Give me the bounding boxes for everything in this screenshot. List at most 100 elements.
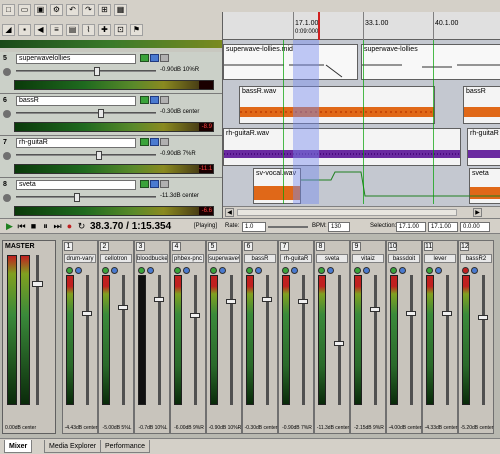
- scroll-thumb[interactable]: [237, 209, 457, 216]
- fx-button[interactable]: [140, 54, 149, 62]
- channel-fader[interactable]: [118, 305, 128, 310]
- track-volume-slider[interactable]: [16, 151, 156, 160]
- track-volume-slider[interactable]: [16, 67, 156, 76]
- channel-fader[interactable]: [298, 299, 308, 304]
- channel-fader[interactable]: [478, 315, 488, 320]
- save-icon[interactable]: ▣: [34, 4, 47, 16]
- track-header[interactable]: 8 sveta -11.3dB center -6.6: [0, 178, 222, 220]
- fx-led[interactable]: [138, 267, 145, 274]
- playhead-marker[interactable]: [318, 12, 320, 40]
- channel-name[interactable]: bassdoit: [388, 254, 420, 263]
- channel-name[interactable]: bloodbucket: [136, 254, 168, 263]
- loop-icon[interactable]: ↻: [76, 221, 87, 232]
- audio-clip[interactable]: rh-guitaR.wav: [223, 128, 461, 166]
- io-led[interactable]: [75, 267, 82, 274]
- env-button[interactable]: [160, 96, 169, 104]
- channel-name[interactable]: bassR: [244, 254, 276, 263]
- track-header[interactable]: 6 bassR -0.30dB center -8.9: [0, 94, 222, 136]
- record-mode-icon[interactable]: ▪: [18, 24, 31, 36]
- channel-name[interactable]: phbex-pnc: [172, 254, 204, 263]
- snap-icon[interactable]: ⊞: [98, 4, 111, 16]
- volume-envelope[interactable]: [301, 170, 500, 200]
- midi-clip[interactable]: superwave-lollies: [361, 44, 500, 80]
- selection-end-field[interactable]: 17.1.00: [428, 222, 458, 232]
- rate-field[interactable]: 1.0: [242, 222, 266, 232]
- mute-icon[interactable]: ◀: [34, 24, 47, 36]
- envelope-icon[interactable]: ⌇: [82, 24, 95, 36]
- io-button[interactable]: [150, 96, 159, 104]
- new-project-icon[interactable]: □: [2, 4, 15, 16]
- channel-name[interactable]: lever: [424, 254, 456, 263]
- fx-led[interactable]: [102, 267, 109, 274]
- fx-led[interactable]: [354, 267, 361, 274]
- go-start-icon[interactable]: ⏮: [16, 221, 27, 232]
- record-arm-icon[interactable]: [3, 194, 11, 202]
- stop-icon[interactable]: ■: [28, 221, 39, 232]
- go-end-icon[interactable]: ⏭: [52, 221, 63, 232]
- master-fader[interactable]: [32, 281, 43, 287]
- io-led[interactable]: [147, 267, 154, 274]
- rate-slider[interactable]: [268, 226, 308, 228]
- track-volume-slider[interactable]: [16, 193, 156, 202]
- record-arm-icon[interactable]: [3, 110, 11, 118]
- track-volume-slider[interactable]: [16, 109, 156, 118]
- bpm-field[interactable]: 130: [328, 222, 350, 232]
- selection-length-field[interactable]: 0.0.00: [460, 222, 490, 232]
- fx-led[interactable]: [66, 267, 73, 274]
- ripple-icon[interactable]: ≡: [50, 24, 63, 36]
- tab-mixer[interactable]: Mixer: [4, 440, 33, 453]
- pause-icon[interactable]: ⏸: [40, 221, 51, 232]
- fx-led[interactable]: [246, 267, 253, 274]
- timeline-ruler[interactable]: 17.1.00 0:09:000 33.1.00 40.1.00: [223, 12, 500, 40]
- io-led[interactable]: [471, 267, 478, 274]
- fx-led[interactable]: [426, 267, 433, 274]
- io-led[interactable]: [219, 267, 226, 274]
- undo-icon[interactable]: ↶: [66, 4, 79, 16]
- grid-icon[interactable]: ▦: [114, 4, 127, 16]
- record-arm-icon[interactable]: [3, 68, 11, 76]
- record-led[interactable]: [462, 267, 469, 274]
- scroll-right-icon[interactable]: ▶: [473, 208, 482, 217]
- env-button[interactable]: [160, 180, 169, 188]
- tab-media-explorer[interactable]: Media Explorer: [44, 440, 102, 453]
- fx-button[interactable]: [140, 96, 149, 104]
- fx-led[interactable]: [282, 267, 289, 274]
- track-name-field[interactable]: bassR: [16, 96, 136, 106]
- selection-start-field[interactable]: 17.1.00: [396, 222, 426, 232]
- io-led[interactable]: [111, 267, 118, 274]
- io-led[interactable]: [363, 267, 370, 274]
- horizontal-scrollbar[interactable]: ◀ ▶: [223, 206, 500, 218]
- group-icon[interactable]: ⊡: [114, 24, 127, 36]
- redo-icon[interactable]: ↷: [82, 4, 95, 16]
- metronome-icon[interactable]: ◢: [2, 24, 15, 36]
- track-header[interactable]: 7 rh-guitaR -0.90dB 7%R -11.1: [0, 136, 222, 178]
- channel-name[interactable]: sveta: [316, 254, 348, 263]
- arrange-view[interactable]: 17.1.00 0:09:000 33.1.00 40.1.00 superwa…: [222, 12, 500, 218]
- fx-button[interactable]: [140, 138, 149, 146]
- time-selection[interactable]: [293, 40, 319, 204]
- open-folder-icon[interactable]: ▭: [18, 4, 31, 16]
- io-button[interactable]: [150, 180, 159, 188]
- lock-icon[interactable]: ▤: [66, 24, 79, 36]
- channel-name[interactable]: superwavev: [208, 254, 240, 263]
- channel-fader[interactable]: [334, 341, 344, 346]
- fx-led[interactable]: [390, 267, 397, 274]
- io-led[interactable]: [399, 267, 406, 274]
- marker-icon[interactable]: ⚑: [130, 24, 143, 36]
- channel-fader[interactable]: [406, 311, 416, 316]
- audio-clip[interactable]: rh-guitaR: [467, 128, 500, 166]
- track-name-field[interactable]: sveta: [16, 180, 136, 190]
- track-header[interactable]: 5 superwavelollies -0.90dB 10%R: [0, 52, 222, 94]
- channel-fader[interactable]: [370, 307, 380, 312]
- env-button[interactable]: [160, 138, 169, 146]
- channel-fader[interactable]: [82, 311, 92, 316]
- track-name-field[interactable]: rh-guitaR: [16, 138, 136, 148]
- io-button[interactable]: [150, 138, 159, 146]
- io-led[interactable]: [255, 267, 262, 274]
- record-arm-icon[interactable]: [3, 152, 11, 160]
- audio-clip[interactable]: bassR: [463, 86, 500, 124]
- track-name-field[interactable]: superwavelollies: [16, 54, 136, 64]
- midi-clip[interactable]: superwave-lollies.mid: [223, 44, 358, 80]
- scroll-left-icon[interactable]: ◀: [225, 208, 234, 217]
- record-icon[interactable]: ●: [64, 221, 75, 232]
